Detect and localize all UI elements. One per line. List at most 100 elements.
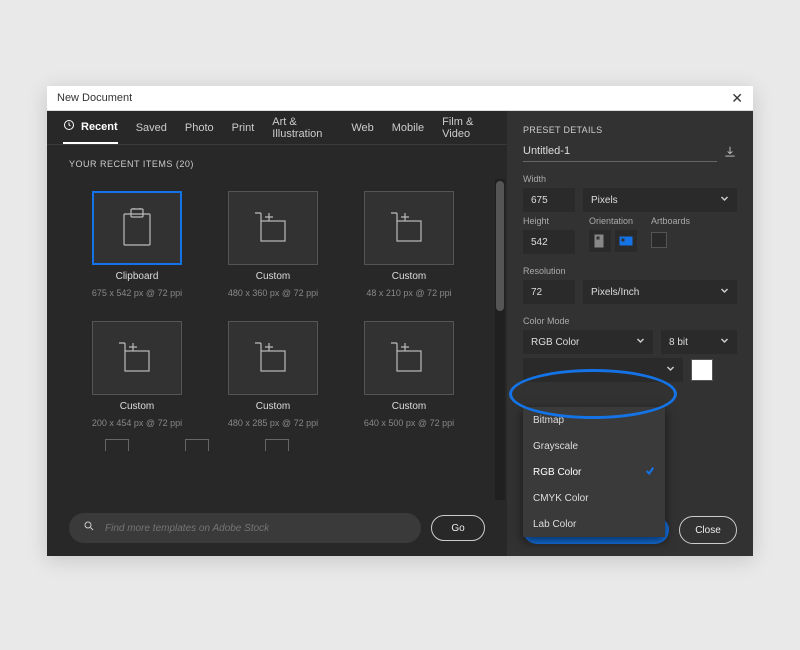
tab-label: Web xyxy=(351,122,373,134)
preset-title: Clipboard xyxy=(116,271,159,282)
preset-row-stubs xyxy=(47,439,507,451)
colormode-dropdown[interactable]: RGB Color xyxy=(523,330,653,354)
tab-label: Mobile xyxy=(392,122,424,134)
preset-sub: 640 x 500 px @ 72 ppi xyxy=(364,418,454,428)
width-field[interactable]: 675 xyxy=(523,188,575,212)
preset-sub: 48 x 210 px @ 72 ppi xyxy=(366,288,451,298)
tab-print[interactable]: Print xyxy=(232,111,255,144)
colormode-option-grayscale[interactable]: Grayscale xyxy=(523,433,665,459)
newdoc-icon xyxy=(364,321,454,395)
preset-card[interactable]: Custom 200 x 454 px @ 72 ppi xyxy=(69,309,205,439)
tab-label: Film & Video xyxy=(442,116,491,140)
clock-icon xyxy=(63,119,75,134)
resolution-unit-value: Pixels/Inch xyxy=(591,287,639,298)
tab-label: Recent xyxy=(81,121,118,133)
search-icon xyxy=(83,519,95,537)
preset-card[interactable]: Clipboard 675 x 542 px @ 72 ppi xyxy=(69,179,205,309)
resolution-label: Resolution xyxy=(523,266,737,276)
tab-web[interactable]: Web xyxy=(351,111,373,144)
colormode-label: Color Mode xyxy=(523,316,737,326)
save-preset-icon[interactable] xyxy=(723,145,737,162)
preset-details-pane: PRESET DETAILS Untitled-1 Width 675 Pixe… xyxy=(507,111,753,556)
tab-recent[interactable]: Recent xyxy=(63,111,118,144)
preset-title: Custom xyxy=(120,401,154,412)
preset-card[interactable]: Custom 640 x 500 px @ 72 ppi xyxy=(341,309,477,439)
clipboard-icon xyxy=(92,191,182,265)
scrollbar-thumb[interactable] xyxy=(496,181,504,311)
newdoc-icon xyxy=(228,191,318,265)
scrollbar[interactable] xyxy=(495,179,505,500)
new-document-window: New Document ✕ Recent Saved Photo Print … xyxy=(47,86,753,556)
newdoc-icon xyxy=(92,321,182,395)
colormode-option-bitmap[interactable]: Bitmap xyxy=(523,407,665,433)
preset-title: Custom xyxy=(256,271,290,282)
preset-card[interactable]: Custom 48 x 210 px @ 72 ppi xyxy=(341,179,477,309)
recent-items-label: YOUR RECENT ITEMS (20) xyxy=(47,145,507,179)
height-field[interactable]: 542 xyxy=(523,230,575,254)
resolution-field[interactable]: 72 xyxy=(523,280,575,304)
preset-sub: 675 x 542 px @ 72 ppi xyxy=(92,288,182,298)
colormode-option-lab[interactable]: Lab Color xyxy=(523,511,665,537)
preset-title: Custom xyxy=(256,401,290,412)
close-button[interactable]: Close xyxy=(679,516,737,544)
chevron-down-icon xyxy=(720,336,729,348)
artboards-checkbox[interactable] xyxy=(651,232,667,248)
artboards-label: Artboards xyxy=(651,216,690,226)
bgcolor-swatch[interactable] xyxy=(691,359,713,381)
bitdepth-dropdown[interactable]: 8 bit xyxy=(661,330,737,354)
preset-card[interactable]: Custom 480 x 285 px @ 72 ppi xyxy=(205,309,341,439)
preset-card[interactable]: Custom 480 x 360 px @ 72 ppi xyxy=(205,179,341,309)
tab-mobile[interactable]: Mobile xyxy=(392,111,424,144)
preset-sub: 480 x 360 px @ 72 ppi xyxy=(228,288,318,298)
search-field[interactable] xyxy=(69,513,421,543)
bgcontent-dropdown[interactable] xyxy=(523,358,683,382)
newdoc-icon xyxy=(228,321,318,395)
tab-art[interactable]: Art & Illustration xyxy=(272,111,333,144)
tab-label: Saved xyxy=(136,122,167,134)
orientation-landscape-button[interactable] xyxy=(615,230,637,252)
chevron-down-icon xyxy=(720,194,729,206)
tab-label: Photo xyxy=(185,122,214,134)
check-icon xyxy=(645,466,655,479)
resolution-unit-dropdown[interactable]: Pixels/Inch xyxy=(583,280,737,304)
preset-stub xyxy=(185,439,209,451)
orientation-label: Orientation xyxy=(589,216,637,226)
colormode-menu: Bitmap Grayscale RGB Color CMYK Color La… xyxy=(523,407,665,537)
colormode-value: RGB Color xyxy=(531,337,579,348)
tab-film[interactable]: Film & Video xyxy=(442,111,491,144)
preset-stub xyxy=(105,439,129,451)
preset-details-header: PRESET DETAILS xyxy=(523,125,737,135)
height-label: Height xyxy=(523,216,575,226)
bitdepth-value: 8 bit xyxy=(669,337,688,348)
tab-saved[interactable]: Saved xyxy=(136,111,167,144)
width-unit-dropdown[interactable]: Pixels xyxy=(583,188,737,212)
left-pane: Recent Saved Photo Print Art & Illustrat… xyxy=(47,111,507,556)
close-icon[interactable]: ✕ xyxy=(731,90,743,107)
tab-label: Art & Illustration xyxy=(272,116,333,140)
preset-name-field[interactable]: Untitled-1 xyxy=(523,145,717,162)
newdoc-icon xyxy=(364,191,454,265)
chevron-down-icon xyxy=(666,364,675,376)
go-button[interactable]: Go xyxy=(431,515,485,541)
chevron-down-icon xyxy=(636,336,645,348)
preset-title: Custom xyxy=(392,401,426,412)
chevron-down-icon xyxy=(720,286,729,298)
preset-title: Custom xyxy=(392,271,426,282)
tab-photo[interactable]: Photo xyxy=(185,111,214,144)
preset-sub: 200 x 454 px @ 72 ppi xyxy=(92,418,182,428)
tab-label: Print xyxy=(232,122,255,134)
app-body: Recent Saved Photo Print Art & Illustrat… xyxy=(47,111,753,556)
tabs-bar: Recent Saved Photo Print Art & Illustrat… xyxy=(47,111,507,145)
width-label: Width xyxy=(523,174,737,184)
presets-scroll: Clipboard 675 x 542 px @ 72 ppi Custom 4… xyxy=(47,179,507,500)
search-input[interactable] xyxy=(105,523,407,534)
titlebar: New Document ✕ xyxy=(47,86,753,111)
colormode-option-rgb[interactable]: RGB Color xyxy=(523,459,665,485)
preset-sub: 480 x 285 px @ 72 ppi xyxy=(228,418,318,428)
orientation-portrait-button[interactable] xyxy=(589,230,611,252)
width-unit-value: Pixels xyxy=(591,195,618,206)
window-title: New Document xyxy=(57,92,132,104)
presets-grid: Clipboard 675 x 542 px @ 72 ppi Custom 4… xyxy=(47,179,507,439)
colormode-option-cmyk[interactable]: CMYK Color xyxy=(523,485,665,511)
search-row: Go xyxy=(47,500,507,556)
